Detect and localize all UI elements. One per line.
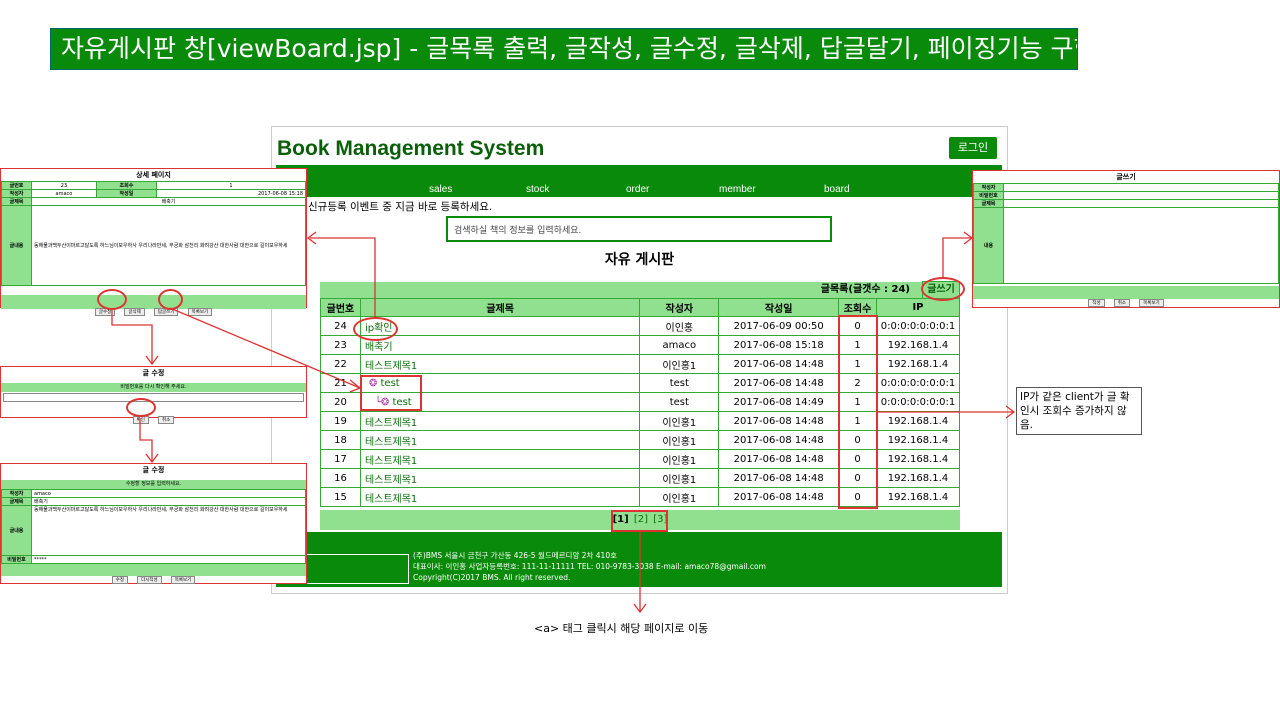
link-caption: <a> 태그 클릭시 해당 페이지로 이동 bbox=[534, 622, 709, 635]
arrow-to-reply bbox=[169, 307, 361, 389]
arrow-to-detail bbox=[310, 237, 376, 317]
annotation-arrows bbox=[111, 231, 1016, 614]
arrow-to-edit bbox=[139, 418, 153, 462]
ip-view-note: IP가 같은 client가 글 확인시 조회수 증가하지 않음. bbox=[1016, 387, 1142, 435]
arrow-to-write bbox=[942, 237, 972, 277]
arrow-to-password bbox=[111, 308, 153, 364]
